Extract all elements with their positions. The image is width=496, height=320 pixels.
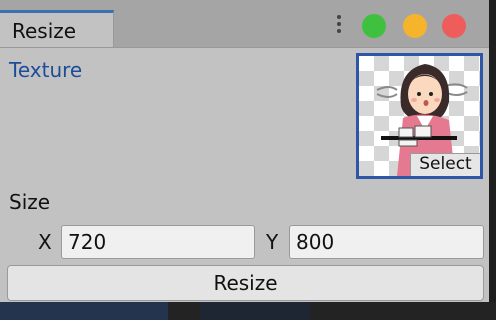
height-input[interactable] — [289, 225, 484, 259]
tab-resize[interactable]: Resize — [0, 10, 114, 47]
resize-window: Resize Texture Select Size X 720 Y 800 R… — [0, 0, 489, 302]
background-panel-blue — [0, 302, 168, 320]
background-editor-edge — [488, 0, 496, 320]
tab-title: Resize — [12, 19, 77, 43]
more-options-icon[interactable] — [336, 15, 342, 37]
resize-button[interactable]: Resize — [7, 265, 484, 301]
select-texture-button[interactable]: Select — [410, 153, 480, 176]
x-label: X — [38, 230, 52, 254]
texture-label: Texture — [9, 58, 83, 82]
close-button[interactable] — [442, 14, 466, 38]
size-label: Size — [9, 190, 51, 214]
y-label: Y — [266, 230, 279, 254]
maximize-button[interactable] — [362, 14, 386, 38]
width-input[interactable] — [61, 225, 255, 259]
title-bar: Resize — [0, 0, 489, 48]
background-panel-navy — [200, 302, 310, 320]
texture-thumbnail[interactable]: Select — [356, 53, 483, 179]
minimize-button[interactable] — [403, 14, 427, 38]
